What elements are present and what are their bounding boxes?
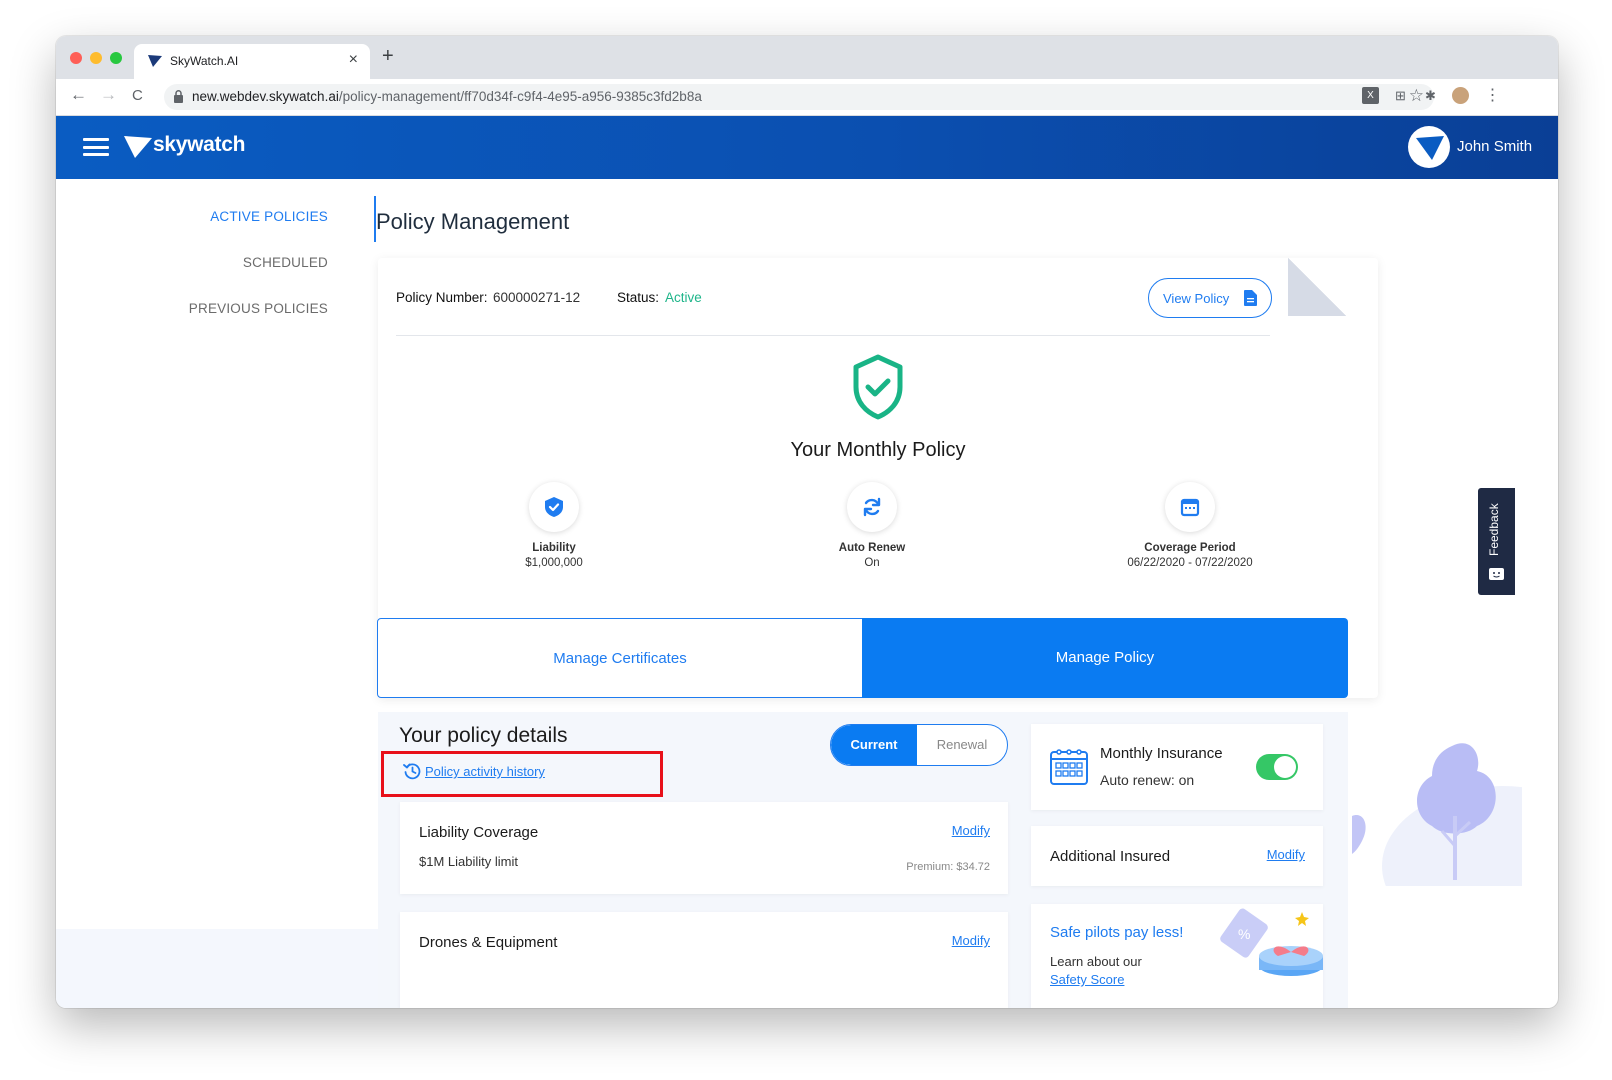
feature-label: Liability (532, 542, 576, 554)
skywatch-logo-text[interactable]: skywatch (153, 133, 245, 157)
sidebar-item-previous-policies[interactable]: PREVIOUS POLICIES (56, 301, 378, 316)
plan-title: Your Monthly Policy (790, 439, 966, 461)
sidebar-footer-background (56, 929, 378, 1008)
reload-button[interactable]: C (132, 87, 143, 104)
puzzle-icon[interactable]: ✱ (1422, 87, 1439, 104)
feature-value: 06/22/2020 - 07/22/2020 (1127, 557, 1253, 569)
monthly-insurance-title: Monthly Insurance (1100, 745, 1223, 762)
highlight-annotation-box (381, 751, 663, 797)
coverage-premium: Premium: $34.72 (906, 861, 990, 873)
promo-title: Safe pilots pay less! (1050, 924, 1184, 941)
feature-value: On (864, 557, 880, 569)
manage-policy-label: Manage Policy (1055, 649, 1155, 666)
auto-renew-badge (847, 482, 897, 532)
sidebar-item-active-policies[interactable]: ACTIVE POLICIES (56, 209, 378, 224)
modify-additional-insured-link[interactable]: Modify (1267, 847, 1305, 862)
liability-badge (529, 482, 579, 532)
new-tab-button[interactable]: + (382, 45, 394, 68)
sidebar-item-scheduled[interactable]: SCHEDULED (56, 255, 378, 270)
current-tab-label: Current (850, 737, 898, 752)
shield-check-large-icon (853, 354, 903, 420)
skywatch-avatar-icon (1416, 136, 1444, 160)
user-name[interactable]: John Smith (1457, 138, 1532, 155)
feedback-tab[interactable]: Feedback (1478, 488, 1515, 595)
chat-face-icon (1489, 568, 1504, 580)
feature-value: $1,000,000 (525, 557, 583, 569)
url-path: /policy-management/ff70d34f-c9f4-4e95-a9… (338, 89, 702, 104)
monthly-insurance-card: Monthly Insurance Auto renew: on (1031, 724, 1323, 810)
card-divider (396, 335, 1270, 336)
manage-policy-button[interactable]: Manage Policy (862, 618, 1348, 698)
current-tab[interactable]: Current (831, 725, 917, 765)
renewal-tab[interactable]: Renewal (917, 737, 1007, 752)
feature-label: Coverage Period (1144, 542, 1236, 554)
extension-icon[interactable]: X (1362, 87, 1379, 104)
policy-number-label: Policy Number: (396, 290, 488, 305)
view-policy-label: View Policy (1163, 291, 1230, 306)
svg-text:%: % (1238, 926, 1250, 942)
page-title: Policy Management (376, 209, 570, 234)
policy-details-title: Your policy details (399, 724, 568, 747)
calendar-grid-icon (1050, 749, 1088, 785)
url-host: new.webdev.skywatch.ai (192, 89, 339, 104)
maximize-window-button[interactable] (110, 52, 122, 64)
safety-score-promo-card: Safe pilots pay less! Learn about our Sa… (1031, 904, 1323, 1008)
liability-coverage-card: Liability Coverage $1M Liability limit M… (400, 802, 1008, 894)
browser-tab[interactable]: SkyWatch.AI × (134, 44, 370, 79)
lock-icon (174, 90, 183, 103)
promo-subtitle: Learn about our (1050, 954, 1142, 969)
app-header: skywatch John Smith (56, 116, 1558, 179)
additional-insured-title: Additional Insured (1050, 848, 1171, 865)
feedback-label: Feedback (1487, 503, 1501, 556)
auto-renew-toggle[interactable] (1256, 754, 1298, 780)
manage-certificates-label: Manage Certificates (553, 650, 687, 667)
refresh-icon (863, 497, 881, 517)
shield-check-icon (545, 497, 563, 517)
coverage-subtitle: $1M Liability limit (419, 854, 518, 869)
modify-drones-link[interactable]: Modify (952, 933, 990, 948)
tab-close-icon[interactable]: × (349, 51, 358, 69)
grid-extension-icon[interactable]: ⊞ (1392, 87, 1409, 104)
drones-equipment-card: Drones & Equipment Modify (400, 912, 1008, 1008)
additional-insured-card: Additional Insured Modify (1031, 826, 1323, 886)
status-label: Status: (617, 290, 660, 305)
auto-renew-status: Auto renew: on (1100, 772, 1195, 788)
back-button[interactable]: ← (70, 85, 87, 105)
modify-liability-link[interactable]: Modify (952, 823, 990, 838)
close-window-button[interactable] (70, 52, 82, 64)
calendar-icon (1180, 498, 1200, 517)
address-bar[interactable]: new.webdev.skywatch.ai/policy-management… (164, 84, 1434, 110)
manage-certificates-button[interactable]: Manage Certificates (377, 618, 863, 698)
browser-toolbar: ← → C new.webdev.skywatch.ai/policy-mana… (56, 79, 1558, 116)
status-badge: Active (665, 290, 702, 305)
view-policy-button[interactable]: View Policy (1148, 278, 1272, 318)
policy-number: 600000271-12 (493, 290, 581, 305)
feature-label: Auto Renew (838, 542, 906, 554)
sidebar: ACTIVE POLICIES SCHEDULED PREVIOUS POLIC… (56, 179, 378, 929)
skywatch-logo-icon (124, 136, 152, 158)
tab-strip: SkyWatch.AI × + (56, 36, 1558, 79)
coverage-title: Liability Coverage (419, 824, 539, 841)
browser-window: SkyWatch.AI × + ← → C new.webdev.skywatc… (56, 36, 1558, 1008)
url-text: new.webdev.skywatch.ai/policy-management… (192, 89, 702, 104)
chrome-menu-icon[interactable]: ⋮ (1484, 87, 1501, 104)
minimize-window-button[interactable] (90, 52, 102, 64)
skywatch-favicon-icon (148, 55, 162, 67)
forward-button[interactable]: → (100, 85, 117, 105)
document-icon (1244, 290, 1257, 306)
tab-title: SkyWatch.AI (170, 54, 239, 68)
coverage-title: Drones & Equipment (419, 934, 558, 951)
user-avatar[interactable] (1408, 126, 1450, 168)
safety-score-link[interactable]: Safety Score (1050, 972, 1124, 987)
discount-gift-illustration-icon: % (1220, 908, 1323, 976)
coverage-period-badge (1165, 482, 1215, 532)
current-renewal-toggle: Current Renewal (830, 724, 1008, 766)
profile-avatar-icon[interactable] (1452, 87, 1469, 104)
card-folded-corner (1288, 258, 1346, 316)
hamburger-menu-icon[interactable] (83, 138, 109, 156)
tree-illustration-icon (1352, 743, 1522, 886)
